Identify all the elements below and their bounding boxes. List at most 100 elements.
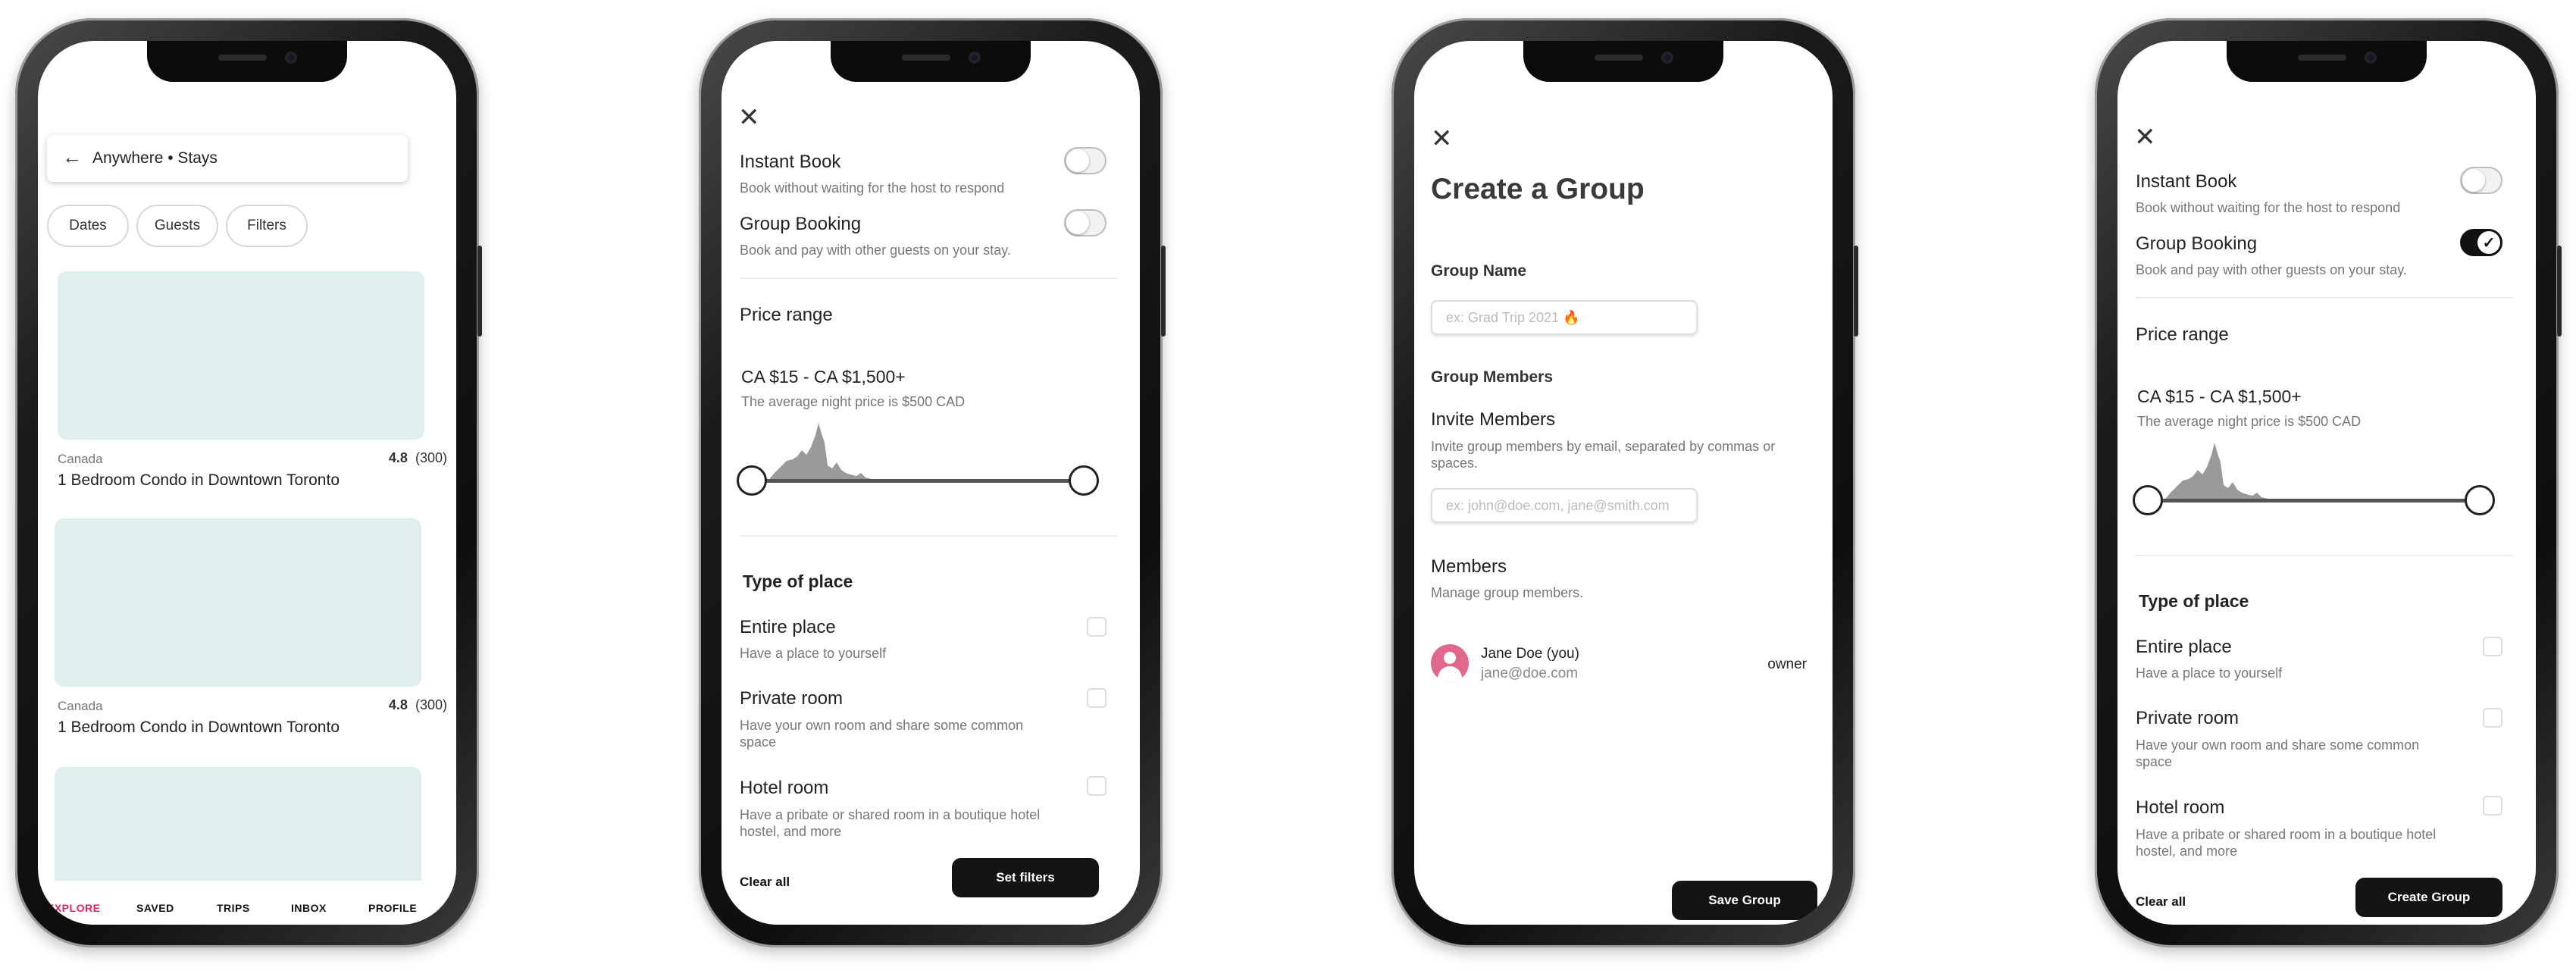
listing-rating: 4.8 (300) (389, 450, 447, 466)
price-max-handle[interactable] (2465, 485, 2495, 515)
rating-value: 4.8 (388, 697, 408, 712)
private-room-checkbox[interactable] (2483, 708, 2502, 728)
hotel-room-label: Hotel room (2136, 797, 2225, 818)
back-arrow-icon[interactable]: ← (62, 146, 82, 169)
filters-screen: ✕ Instant Book Book without waiting for … (721, 41, 1140, 925)
average-price: The average night price is $500 CAD (2137, 414, 2362, 429)
private-room-desc: Have your own room and share some common… (2136, 737, 2420, 769)
instant-book-toggle[interactable] (2460, 167, 2502, 194)
price-histogram (2163, 443, 2292, 502)
group-name-input[interactable]: ex: Grad Trip 2021 🔥 (1431, 300, 1698, 335)
members-desc: Manage group members. (1431, 585, 1584, 600)
group-booking-toggle[interactable] (1064, 209, 1106, 236)
member-role: owner (1767, 656, 1807, 672)
bottom-tab-bar: EXPLORE SAVED TRIPS INBOX PROFILE (38, 881, 456, 925)
hotel-room-checkbox[interactable] (2483, 796, 2502, 816)
listing-location: Canada (58, 699, 103, 713)
phone-create-group: ✕ Create a Group Group Name ex: Grad Tri… (1391, 18, 1858, 947)
group-booking-label: Group Booking (740, 214, 862, 234)
member-avatar (1431, 644, 1469, 682)
explore-screen: ← Anywhere • Stays Dates Guests Filters … (38, 41, 456, 925)
clear-all-link[interactable]: Clear all (740, 875, 790, 890)
private-room-label: Private room (2136, 708, 2240, 728)
listing-title[interactable]: 1 Bedroom Condo in Downtown Toronto (58, 471, 340, 490)
listing-image[interactable] (55, 518, 421, 687)
instant-book-desc: Book without waiting for the host to res… (740, 180, 1005, 196)
group-members-label: Group Members (1431, 368, 1554, 386)
close-icon[interactable]: ✕ (1431, 126, 1453, 152)
guests-chip[interactable]: Guests (136, 205, 218, 247)
close-icon[interactable]: ✕ (2134, 124, 2156, 150)
price-range-value: CA $15 - CA $1,500+ (741, 367, 906, 387)
search-bar[interactable]: ← Anywhere • Stays (47, 135, 408, 182)
phone-filters-group: ✕ Instant Book Book without waiting for … (2095, 18, 2562, 947)
listing-location: Canada (58, 452, 103, 466)
phone-filters: ✕ Instant Book Book without waiting for … (699, 18, 1166, 947)
group-booking-toggle[interactable]: ✓ (2460, 229, 2502, 256)
price-range-heading: Price range (2136, 324, 2229, 345)
tab-saved[interactable]: SAVED (136, 902, 174, 914)
price-min-handle[interactable] (2133, 485, 2163, 515)
hotel-room-desc: Have a pribate or shared room in a bouti… (740, 807, 1041, 839)
review-count: (300) (415, 450, 447, 465)
invite-members-label: Invite Members (1431, 409, 1556, 430)
listing-image[interactable] (58, 271, 424, 440)
listing-image[interactable] (55, 767, 421, 881)
hotel-room-checkbox[interactable] (1087, 776, 1106, 796)
listing-title[interactable]: 1 Bedroom Condo in Downtown Toronto (58, 719, 340, 737)
type-of-place-heading: Type of place (743, 571, 853, 591)
entire-place-desc: Have a place to yourself (740, 646, 887, 661)
instant-book-label: Instant Book (740, 152, 841, 172)
entire-place-desc: Have a place to yourself (2136, 665, 2283, 681)
clear-all-link[interactable]: Clear all (2136, 894, 2186, 910)
instant-book-desc: Book without waiting for the host to res… (2136, 200, 2401, 215)
invite-members-input[interactable]: ex: john@doe.com, jane@smith.com (1431, 488, 1698, 523)
group-name-label: Group Name (1431, 262, 1527, 280)
phone-explore: ← Anywhere • Stays Dates Guests Filters … (15, 18, 482, 947)
tab-explore[interactable]: EXPLORE (47, 902, 100, 914)
type-of-place-heading: Type of place (2139, 591, 2249, 611)
private-room-checkbox[interactable] (1087, 688, 1106, 708)
member-email: jane@doe.com (1481, 665, 1579, 681)
instant-book-toggle[interactable] (1064, 147, 1106, 174)
entire-place-checkbox[interactable] (1087, 617, 1106, 637)
group-booking-label: Group Booking (2136, 233, 2258, 254)
price-max-handle[interactable] (1069, 465, 1099, 496)
filters-chip[interactable]: Filters (226, 205, 308, 247)
entire-place-label: Entire place (740, 617, 836, 637)
close-icon[interactable]: ✕ (738, 105, 760, 130)
members-label: Members (1431, 556, 1507, 577)
tab-profile[interactable]: PROFILE (368, 902, 417, 914)
dates-chip[interactable]: Dates (47, 205, 129, 247)
create-group-screen: ✕ Create a Group Group Name ex: Grad Tri… (1414, 41, 1833, 925)
review-count: (300) (415, 697, 447, 712)
create-group-button[interactable]: Create Group (2355, 878, 2502, 917)
rating-value: 4.8 (388, 450, 408, 465)
price-range-value: CA $15 - CA $1,500+ (2137, 387, 2302, 406)
entire-place-label: Entire place (2136, 637, 2232, 657)
tab-inbox[interactable]: INBOX (291, 902, 327, 914)
price-range-heading: Price range (740, 305, 833, 325)
average-price: The average night price is $500 CAD (741, 394, 966, 409)
listing-rating: 4.8 (300) (389, 697, 447, 713)
save-group-button[interactable]: Save Group (1672, 881, 1817, 920)
price-histogram (767, 423, 896, 482)
page-title: Create a Group (1431, 173, 1645, 205)
invite-members-desc: Invite group members by email, separated… (1431, 439, 1776, 471)
entire-place-checkbox[interactable] (2483, 637, 2502, 656)
private-room-desc: Have your own room and share some common… (740, 718, 1024, 750)
instant-book-label: Instant Book (2136, 171, 2237, 192)
set-filters-button[interactable]: Set filters (952, 858, 1099, 897)
checkmark-icon: ✓ (2477, 231, 2500, 254)
search-title: Anywhere • Stays (92, 149, 218, 167)
price-slider-track[interactable] (2151, 499, 2475, 503)
tab-trips[interactable]: TRIPS (217, 902, 250, 914)
filters-group-screen: ✕ Instant Book Book without waiting for … (2117, 41, 2536, 925)
hotel-room-label: Hotel room (740, 778, 829, 798)
price-min-handle[interactable] (737, 465, 767, 496)
price-slider-track[interactable] (755, 479, 1079, 483)
group-booking-desc: Book and pay with other guests on your s… (2136, 262, 2407, 277)
member-name: Jane Doe (you) (1481, 646, 1579, 662)
hotel-room-desc: Have a pribate or shared room in a bouti… (2136, 827, 2437, 859)
private-room-label: Private room (740, 688, 844, 709)
